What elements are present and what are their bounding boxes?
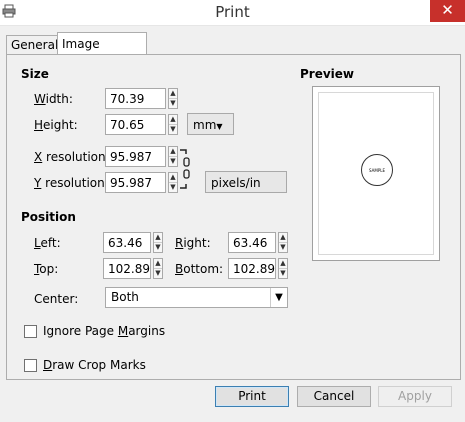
chevron-down-icon[interactable]: ▼ bbox=[270, 288, 287, 307]
chevron-down-icon[interactable]: ▼ bbox=[279, 243, 287, 252]
window-title: Print bbox=[215, 3, 250, 21]
close-icon: ✕ bbox=[441, 1, 454, 19]
center-label: Center: bbox=[34, 292, 79, 306]
right-stepper[interactable]: ▲ ▼ bbox=[278, 232, 288, 253]
bottom-input[interactable]: 102.89 bbox=[228, 258, 276, 279]
top-input[interactable]: 102.89 bbox=[103, 258, 151, 279]
preview-image: SAMPLE bbox=[361, 154, 393, 186]
crop-marks-checkbox[interactable] bbox=[24, 359, 37, 372]
chevron-down-icon[interactable]: ▼ bbox=[279, 269, 287, 278]
x-resolution-input[interactable]: 95.987 bbox=[105, 146, 166, 167]
chevron-up-icon[interactable]: ▲ bbox=[154, 233, 162, 243]
preview-heading: Preview bbox=[300, 67, 355, 81]
width-input[interactable]: 70.39 bbox=[105, 88, 166, 109]
preview-margin: SAMPLE bbox=[318, 92, 434, 255]
x-resolution-label: X resolution: bbox=[34, 150, 110, 164]
title-bar: Print ✕ bbox=[0, 0, 465, 26]
left-input[interactable]: 63.46 bbox=[103, 232, 151, 253]
crop-marks-label[interactable]: Draw Crop Marks bbox=[43, 358, 146, 372]
top-stepper[interactable]: ▲ ▼ bbox=[153, 258, 163, 279]
chevron-up-icon[interactable]: ▲ bbox=[169, 173, 177, 183]
chevron-down-icon[interactable]: ▼ bbox=[169, 183, 177, 192]
height-input[interactable]: 70.65 bbox=[105, 114, 166, 135]
chevron-up-icon[interactable]: ▲ bbox=[279, 233, 287, 243]
ignore-margins-label[interactable]: Ignore Page Margins bbox=[43, 324, 165, 338]
chevron-down-icon[interactable]: ▼ bbox=[169, 157, 177, 166]
center-select-value: Both bbox=[111, 290, 139, 304]
tab-image-settings[interactable]: Image Settings bbox=[57, 32, 147, 73]
chain-link-icon[interactable] bbox=[178, 148, 192, 192]
chevron-down-icon[interactable]: ▼ bbox=[169, 99, 177, 108]
chevron-down-icon[interactable]: ▼ bbox=[154, 269, 162, 278]
close-button[interactable]: ✕ bbox=[430, 0, 465, 22]
apply-button[interactable]: Apply bbox=[378, 386, 452, 407]
height-label: Height: bbox=[34, 118, 78, 132]
ignore-margins-checkbox[interactable] bbox=[24, 325, 37, 338]
chevron-up-icon[interactable]: ▲ bbox=[169, 147, 177, 157]
center-select[interactable]: Both ▼ bbox=[105, 287, 288, 308]
size-units-dropdown[interactable]: mm▼ bbox=[187, 113, 234, 135]
preview-page: SAMPLE bbox=[312, 86, 440, 261]
chevron-down-icon[interactable]: ▼ bbox=[154, 243, 162, 252]
width-stepper[interactable]: ▲ ▼ bbox=[168, 88, 178, 109]
cancel-button[interactable]: Cancel bbox=[297, 386, 371, 407]
y-resolution-label: Y resolution: bbox=[34, 176, 109, 190]
bottom-stepper[interactable]: ▲ ▼ bbox=[278, 258, 288, 279]
chevron-up-icon[interactable]: ▲ bbox=[154, 259, 162, 269]
left-stepper[interactable]: ▲ ▼ bbox=[153, 232, 163, 253]
width-label: Width: bbox=[34, 92, 73, 106]
right-label: Right: bbox=[175, 236, 211, 250]
x-resolution-stepper[interactable]: ▲ ▼ bbox=[168, 146, 178, 167]
y-resolution-input[interactable]: 95.987 bbox=[105, 172, 166, 193]
resolution-units-dropdown[interactable]: pixels/in bbox=[205, 171, 287, 193]
height-stepper[interactable]: ▲ ▼ bbox=[168, 114, 178, 135]
chevron-up-icon[interactable]: ▲ bbox=[169, 115, 177, 125]
chevron-down-icon: ▼ bbox=[216, 122, 223, 131]
tab-general[interactable]: General bbox=[6, 35, 62, 54]
top-label: Top: bbox=[34, 262, 59, 276]
chevron-down-icon[interactable]: ▼ bbox=[169, 125, 177, 134]
left-label: Left: bbox=[34, 236, 61, 250]
chevron-up-icon[interactable]: ▲ bbox=[169, 89, 177, 99]
position-heading: Position bbox=[21, 210, 76, 224]
print-button[interactable]: Print bbox=[215, 386, 289, 407]
right-input[interactable]: 63.46 bbox=[228, 232, 276, 253]
y-resolution-stepper[interactable]: ▲ ▼ bbox=[168, 172, 178, 193]
chevron-up-icon[interactable]: ▲ bbox=[279, 259, 287, 269]
size-heading: Size bbox=[21, 67, 49, 81]
bottom-label: Bottom: bbox=[175, 262, 224, 276]
